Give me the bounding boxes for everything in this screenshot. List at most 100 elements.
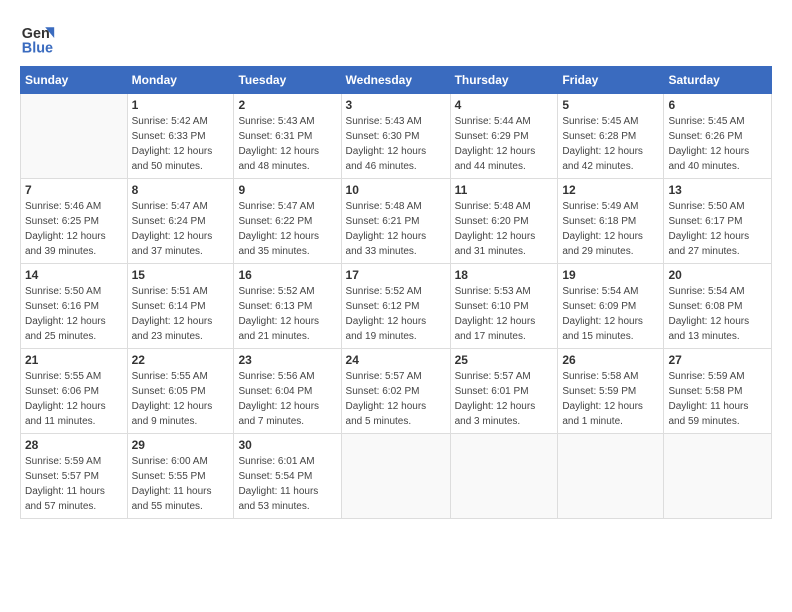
column-header-thursday: Thursday [450, 67, 558, 94]
day-cell: 29 Sunrise: 6:00 AMSunset: 5:55 PMDayligh… [127, 434, 234, 519]
day-number: 11 [455, 183, 554, 197]
day-info: Sunrise: 5:45 AMSunset: 6:28 PMDaylight:… [562, 114, 659, 174]
day-info: Sunrise: 5:43 AMSunset: 6:31 PMDaylight:… [238, 114, 336, 174]
day-number: 13 [668, 183, 767, 197]
day-cell: 13 Sunrise: 5:50 AMSunset: 6:17 PMDayligh… [664, 179, 772, 264]
day-info: Sunrise: 5:44 AMSunset: 6:29 PMDaylight:… [455, 114, 554, 174]
day-number: 22 [132, 353, 230, 367]
day-number: 5 [562, 98, 659, 112]
day-info: Sunrise: 5:47 AMSunset: 6:22 PMDaylight:… [238, 199, 336, 259]
day-cell: 18Sunrise: 5:53 AMSunset: 6:10 PMDayligh… [450, 264, 558, 349]
day-info: Sunrise: 5:42 AMSunset: 6:33 PMDaylight:… [132, 114, 230, 174]
day-info: Sunrise: 5:54 AMSunset: 6:08 PMDaylight:… [668, 284, 767, 344]
day-number: 24 [346, 353, 446, 367]
day-cell: 27Sunrise: 5:59 AMSunset: 5:58 PMDayligh… [664, 349, 772, 434]
day-cell [558, 434, 664, 519]
day-info: Sunrise: 5:58 AMSunset: 5:59 PMDaylight:… [562, 369, 659, 429]
day-number: 25 [455, 353, 554, 367]
day-number: 19 [562, 268, 659, 282]
day-number: 6 [668, 98, 767, 112]
day-info: Sunrise: 5:57 AMSunset: 6:01 PMDaylight:… [455, 369, 554, 429]
column-header-saturday: Saturday [664, 67, 772, 94]
day-info: Sunrise: 5:55 AMSunset: 6:06 PMDaylight:… [25, 369, 123, 429]
day-cell: 8 Sunrise: 5:47 AMSunset: 6:24 PMDaylight… [127, 179, 234, 264]
day-info: Sunrise: 6:00 AMSunset: 5:55 PMDaylight:… [132, 454, 230, 514]
calendar-header: SundayMondayTuesdayWednesdayThursdayFrid… [21, 67, 772, 94]
day-info: Sunrise: 5:49 AMSunset: 6:18 PMDaylight:… [562, 199, 659, 259]
day-info: Sunrise: 5:47 AMSunset: 6:24 PMDaylight:… [132, 199, 230, 259]
column-header-sunday: Sunday [21, 67, 128, 94]
day-cell: 11Sunrise: 5:48 AMSunset: 6:20 PMDayligh… [450, 179, 558, 264]
day-number: 21 [25, 353, 123, 367]
day-cell: 21 Sunrise: 5:55 AMSunset: 6:06 PMDayligh… [21, 349, 128, 434]
day-cell: 12 Sunrise: 5:49 AMSunset: 6:18 PMDayligh… [558, 179, 664, 264]
day-info: Sunrise: 5:56 AMSunset: 6:04 PMDaylight:… [238, 369, 336, 429]
day-cell: 1 Sunrise: 5:42 AMSunset: 6:33 PMDaylight… [127, 94, 234, 179]
week-row-2: 7 Sunrise: 5:46 AMSunset: 6:25 PMDaylight… [21, 179, 772, 264]
day-cell: 23 Sunrise: 5:56 AMSunset: 6:04 PMDayligh… [234, 349, 341, 434]
column-header-friday: Friday [558, 67, 664, 94]
day-cell: 22 Sunrise: 5:55 AMSunset: 6:05 PMDayligh… [127, 349, 234, 434]
day-cell: 7 Sunrise: 5:46 AMSunset: 6:25 PMDaylight… [21, 179, 128, 264]
day-number: 8 [132, 183, 230, 197]
day-number: 14 [25, 268, 123, 282]
day-cell: 17Sunrise: 5:52 AMSunset: 6:12 PMDayligh… [341, 264, 450, 349]
day-cell: 3 Sunrise: 5:43 AMSunset: 6:30 PMDaylight… [341, 94, 450, 179]
day-number: 9 [238, 183, 336, 197]
day-info: Sunrise: 5:54 AMSunset: 6:09 PMDaylight:… [562, 284, 659, 344]
day-cell: 28 Sunrise: 5:59 AMSunset: 5:57 PMDayligh… [21, 434, 128, 519]
day-info: Sunrise: 5:43 AMSunset: 6:30 PMDaylight:… [346, 114, 446, 174]
svg-text:Blue: Blue [22, 40, 53, 56]
week-row-1: 1 Sunrise: 5:42 AMSunset: 6:33 PMDaylight… [21, 94, 772, 179]
day-info: Sunrise: 5:57 AMSunset: 6:02 PMDaylight:… [346, 369, 446, 429]
day-number: 23 [238, 353, 336, 367]
day-cell: 4 Sunrise: 5:44 AMSunset: 6:29 PMDaylight… [450, 94, 558, 179]
day-number: 4 [455, 98, 554, 112]
week-row-4: 21 Sunrise: 5:55 AMSunset: 6:06 PMDayligh… [21, 349, 772, 434]
day-cell: 30 Sunrise: 6:01 AMSunset: 5:54 PMDayligh… [234, 434, 341, 519]
day-number: 30 [238, 438, 336, 452]
logo-icon: Gen Blue [20, 20, 56, 56]
day-number: 3 [346, 98, 446, 112]
day-info: Sunrise: 5:50 AMSunset: 6:16 PMDaylight:… [25, 284, 123, 344]
logo: Gen Blue [20, 20, 62, 56]
day-info: Sunrise: 5:45 AMSunset: 6:26 PMDaylight:… [668, 114, 767, 174]
day-info: Sunrise: 5:53 AMSunset: 6:10 PMDaylight:… [455, 284, 554, 344]
day-cell: 2 Sunrise: 5:43 AMSunset: 6:31 PMDaylight… [234, 94, 341, 179]
day-cell: 5 Sunrise: 5:45 AMSunset: 6:28 PMDaylight… [558, 94, 664, 179]
day-number: 12 [562, 183, 659, 197]
day-number: 29 [132, 438, 230, 452]
day-number: 26 [562, 353, 659, 367]
column-header-monday: Monday [127, 67, 234, 94]
page-header: Gen Blue [20, 20, 772, 56]
day-number: 7 [25, 183, 123, 197]
day-cell: 26 Sunrise: 5:58 AMSunset: 5:59 PMDayligh… [558, 349, 664, 434]
day-info: Sunrise: 6:01 AMSunset: 5:54 PMDaylight:… [238, 454, 336, 514]
column-header-wednesday: Wednesday [341, 67, 450, 94]
day-number: 2 [238, 98, 336, 112]
day-info: Sunrise: 5:50 AMSunset: 6:17 PMDaylight:… [668, 199, 767, 259]
day-cell [450, 434, 558, 519]
day-number: 1 [132, 98, 230, 112]
day-number: 15 [132, 268, 230, 282]
day-info: Sunrise: 5:55 AMSunset: 6:05 PMDaylight:… [132, 369, 230, 429]
day-cell: 15Sunrise: 5:51 AMSunset: 6:14 PMDayligh… [127, 264, 234, 349]
day-number: 16 [238, 268, 336, 282]
day-cell: 20 Sunrise: 5:54 AMSunset: 6:08 PMDayligh… [664, 264, 772, 349]
day-cell: 25 Sunrise: 5:57 AMSunset: 6:01 PMDayligh… [450, 349, 558, 434]
day-cell [341, 434, 450, 519]
day-info: Sunrise: 5:52 AMSunset: 6:13 PMDaylight:… [238, 284, 336, 344]
day-cell: 6 Sunrise: 5:45 AMSunset: 6:26 PMDaylight… [664, 94, 772, 179]
day-cell: 16 Sunrise: 5:52 AMSunset: 6:13 PMDayligh… [234, 264, 341, 349]
day-number: 17 [346, 268, 446, 282]
column-header-tuesday: Tuesday [234, 67, 341, 94]
day-cell [21, 94, 128, 179]
week-row-5: 28 Sunrise: 5:59 AMSunset: 5:57 PMDayligh… [21, 434, 772, 519]
day-info: Sunrise: 5:59 AMSunset: 5:57 PMDaylight:… [25, 454, 123, 514]
day-cell: 9 Sunrise: 5:47 AMSunset: 6:22 PMDaylight… [234, 179, 341, 264]
day-number: 28 [25, 438, 123, 452]
day-number: 20 [668, 268, 767, 282]
day-info: Sunrise: 5:59 AMSunset: 5:58 PMDaylight:… [668, 369, 767, 429]
day-cell: 19 Sunrise: 5:54 AMSunset: 6:09 PMDayligh… [558, 264, 664, 349]
day-info: Sunrise: 5:46 AMSunset: 6:25 PMDaylight:… [25, 199, 123, 259]
